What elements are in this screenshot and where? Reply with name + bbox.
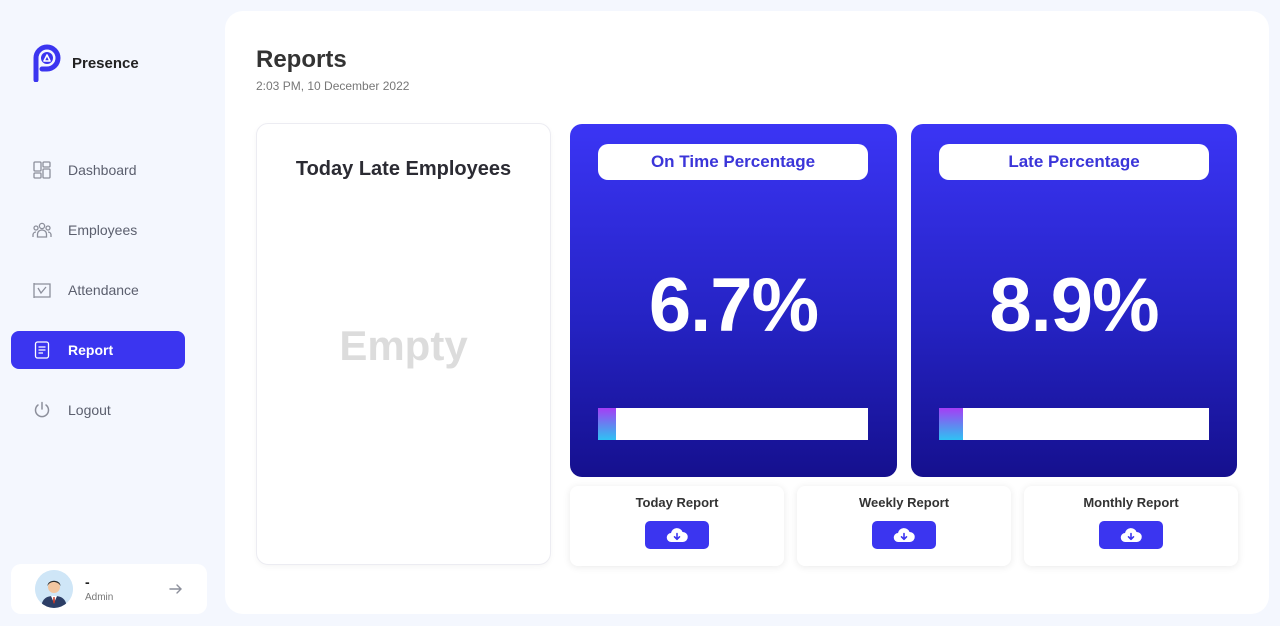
late-employees-title: Today Late Employees: [295, 158, 512, 180]
late-employees-card: Today Late Employees Empty: [256, 123, 551, 565]
sidebar-item-logout[interactable]: Logout: [11, 391, 185, 429]
power-icon: [32, 400, 52, 420]
weekly-report-title: Weekly Report: [858, 495, 950, 510]
presence-logo-icon: [33, 44, 61, 82]
arrow-right-icon[interactable]: [167, 580, 185, 598]
sidebar-item-attendance[interactable]: Attendance: [11, 271, 185, 309]
cloud-download-icon: [893, 528, 915, 543]
sidebar-item-employees[interactable]: Employees: [11, 211, 185, 249]
sidebar-item-label: Report: [68, 342, 114, 358]
sidebar-item-report[interactable]: Report: [11, 331, 185, 369]
sidebar-item-dashboard[interactable]: Dashboard: [11, 151, 185, 189]
late-progress-bar: [939, 408, 1209, 440]
sidebar-item-label: Attendance: [68, 282, 139, 298]
empty-state-text: Empty: [339, 322, 468, 369]
sidebar-item-label: Logout: [68, 402, 111, 418]
late-percentage-value: 8.9%: [989, 263, 1159, 348]
sidebar-item-label: Dashboard: [68, 162, 137, 178]
late-progress-fill: [939, 408, 964, 440]
user-name: -: [85, 574, 90, 590]
today-report-card: Today Report: [570, 486, 784, 566]
brand-name: Presence: [72, 55, 139, 72]
report-icon: [32, 340, 52, 360]
dashboard-icon: [32, 160, 52, 180]
sidebar-item-label: Employees: [68, 222, 138, 238]
avatar: [35, 570, 73, 608]
on-time-progress-fill: [598, 408, 617, 440]
employees-icon: [32, 220, 52, 240]
on-time-progress-bar: [598, 408, 868, 440]
on-time-percentage-value: 6.7%: [648, 263, 819, 348]
late-percentage-card: Late Percentage 8.9%: [911, 124, 1237, 477]
download-today-report-button[interactable]: [645, 521, 709, 549]
today-report-title: Today Report: [635, 495, 719, 510]
on-time-percentage-card: On Time Percentage 6.7%: [570, 124, 897, 477]
main-panel: Reports 2:03 PM, 10 December 2022 Today …: [225, 11, 1269, 614]
download-monthly-report-button[interactable]: [1099, 521, 1163, 549]
attendance-icon: [32, 280, 52, 300]
weekly-report-card: Weekly Report: [797, 486, 1011, 566]
brand-logo[interactable]: Presence: [32, 44, 139, 82]
user-role: Admin: [85, 592, 114, 603]
on-time-percentage-label: On Time Percentage: [598, 144, 868, 180]
cloud-download-icon: [666, 528, 688, 543]
late-percentage-label: Late Percentage: [939, 144, 1209, 180]
sidebar: Presence Dashboard Employees Attendance: [0, 0, 224, 626]
user-profile-card[interactable]: - Admin: [11, 564, 207, 614]
monthly-report-title: Monthly Report: [1083, 495, 1179, 510]
monthly-report-card: Monthly Report: [1024, 486, 1238, 566]
page-title: Reports: [256, 46, 347, 73]
cloud-download-icon: [1120, 528, 1142, 543]
page-datetime: 2:03 PM, 10 December 2022: [256, 79, 410, 93]
download-weekly-report-button[interactable]: [872, 521, 936, 549]
